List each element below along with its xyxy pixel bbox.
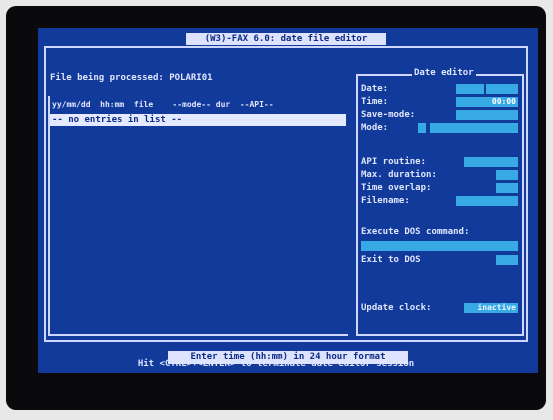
- mode-field-2[interactable]: [430, 123, 518, 133]
- exit-to-dos-field[interactable]: [496, 255, 518, 265]
- footer-hint: Hit <CTRL>+<ENTER> to terminate date edi…: [137, 359, 415, 369]
- dos-command-input[interactable]: [361, 241, 518, 251]
- date-label: Date:: [361, 84, 389, 94]
- file-being-processed-label: File being processed: POLARI01: [50, 73, 213, 83]
- date-field[interactable]: [456, 84, 484, 94]
- save-mode-label: Save-mode:: [361, 110, 416, 120]
- list-item-selected[interactable]: -- no entries in list --: [50, 114, 346, 126]
- update-clock-field[interactable]: inactive: [464, 303, 518, 313]
- time-label: Time:: [361, 97, 389, 107]
- execute-dos-label: Execute DOS command:: [361, 227, 470, 237]
- api-routine-label: API routine:: [361, 157, 427, 167]
- api-routine-field[interactable]: [464, 157, 518, 167]
- monitor-bezel: (W3)-FAX 6.0: date file editor File bein…: [6, 6, 546, 410]
- max-duration-label: Max. duration:: [361, 170, 437, 180]
- exit-to-dos-label: Exit to DOS: [361, 255, 421, 265]
- filename-field[interactable]: [456, 196, 518, 206]
- date-field-2[interactable]: [486, 84, 518, 94]
- mode-field-1[interactable]: [418, 123, 426, 133]
- filename-label: Filename:: [361, 196, 410, 206]
- date-editor-title: Date editor: [412, 67, 476, 79]
- window-title: (W3)-FAX 6.0: date file editor: [186, 33, 386, 45]
- screen: (W3)-FAX 6.0: date file editor File bein…: [38, 28, 538, 373]
- time-overlap-field[interactable]: [496, 183, 518, 193]
- update-clock-label: Update clock:: [361, 303, 432, 313]
- list-column-headers: yy/mm/dd hh:mm file --mode-- dur --API--: [52, 100, 274, 109]
- time-field[interactable]: 00:00: [456, 97, 518, 107]
- mode-label: Mode:: [361, 123, 389, 133]
- save-mode-field[interactable]: [456, 110, 518, 120]
- entries-list[interactable]: [48, 96, 348, 336]
- time-overlap-label: Time overlap:: [361, 183, 432, 193]
- max-duration-field[interactable]: [496, 170, 518, 180]
